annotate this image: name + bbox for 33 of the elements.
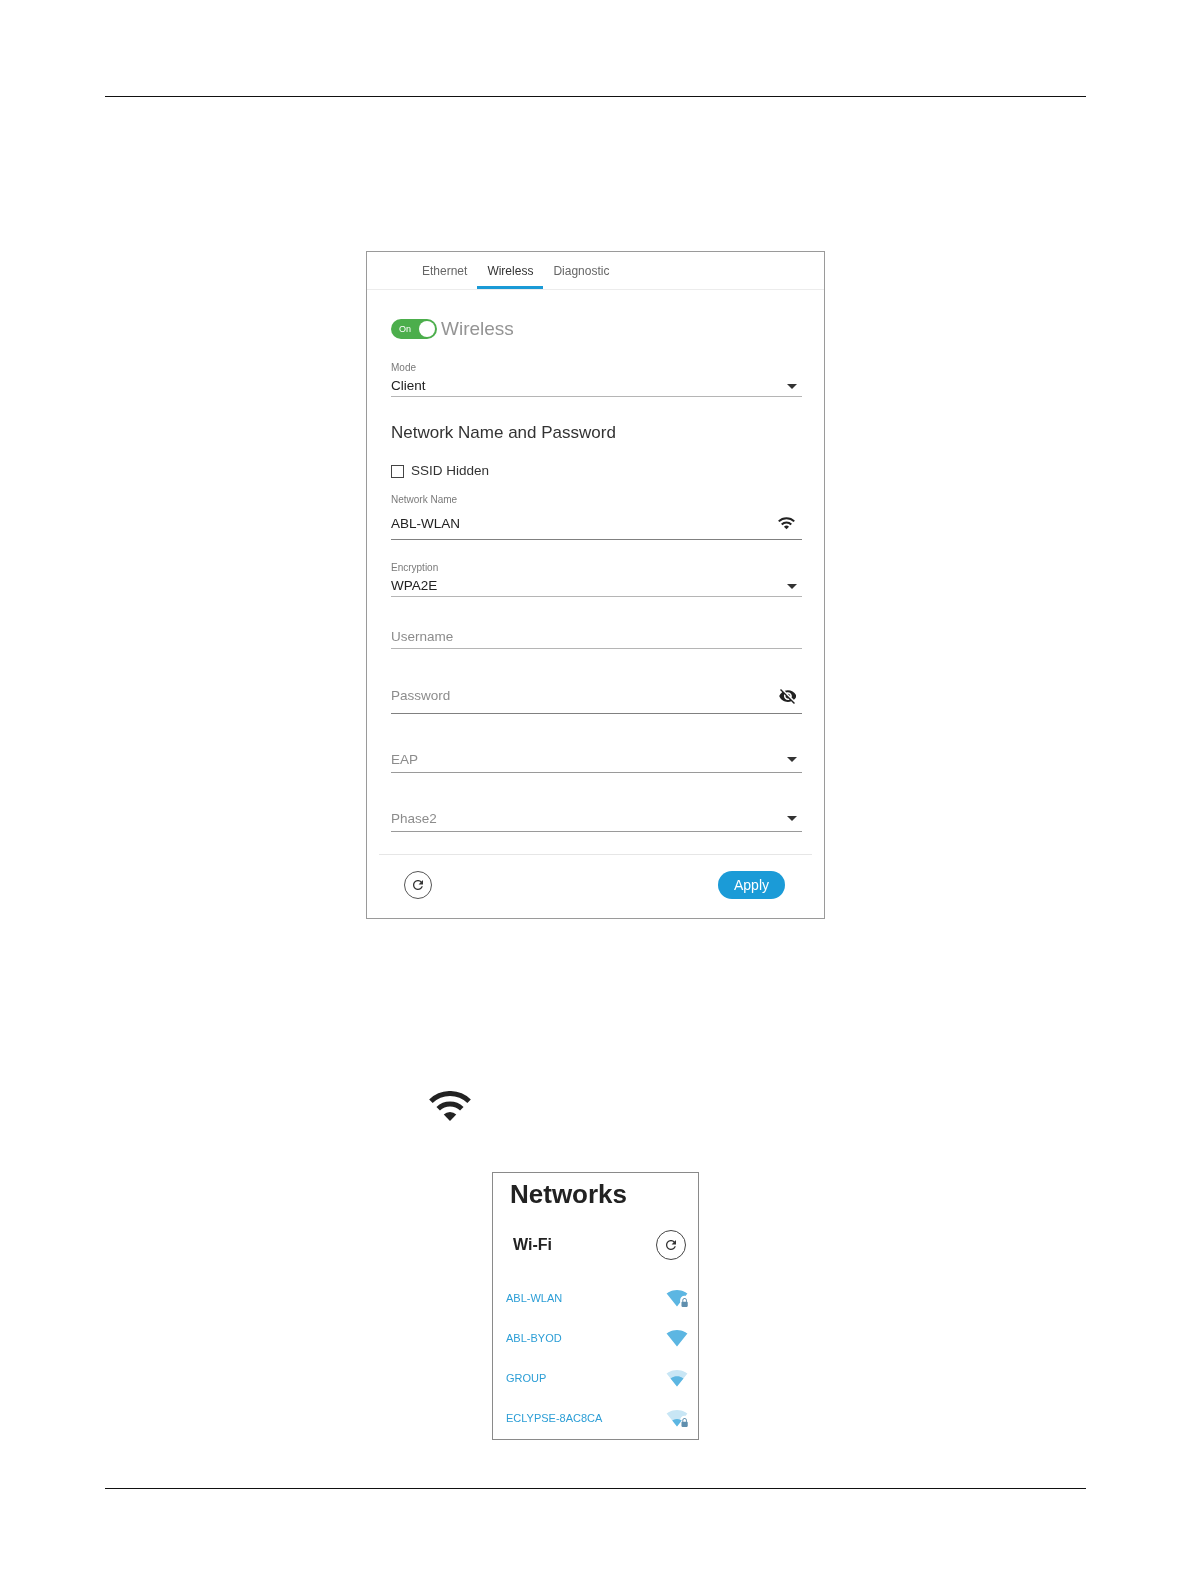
text-field[interactable]: ABL-WLAN bbox=[391, 513, 802, 540]
caret-icon bbox=[787, 383, 797, 389]
checkbox-label[interactable]: SSID Hidden bbox=[411, 462, 490, 480]
toggle-label: Wireless bbox=[441, 318, 514, 340]
apply-button[interactable]: Apply bbox=[717, 871, 785, 899]
caret-icon bbox=[787, 583, 797, 589]
dropdown-field[interactable]: EAP bbox=[391, 750, 802, 773]
tab[interactable]: Wireless bbox=[477, 252, 544, 289]
checkbox[interactable] bbox=[391, 464, 404, 478]
refresh-icon bbox=[413, 880, 423, 890]
dropdown-field[interactable]: Client bbox=[391, 376, 802, 397]
field-label: Network Name bbox=[391, 494, 458, 506]
network-name[interactable]: GROUP bbox=[506, 1371, 547, 1385]
wifi-icon[interactable] bbox=[778, 517, 795, 530]
refresh-icon bbox=[666, 1240, 676, 1250]
dropdown-field[interactable]: WPA2E bbox=[391, 576, 802, 597]
tab[interactable]: Diagnostic bbox=[543, 252, 620, 289]
caret-icon bbox=[787, 816, 797, 821]
field-label: Encryption bbox=[391, 562, 439, 574]
section-heading: Network Name and Password bbox=[391, 423, 616, 443]
toggle-switch[interactable]: On bbox=[391, 319, 437, 339]
network-name[interactable]: ECLYPSE-8AC8CA bbox=[506, 1411, 603, 1425]
tab[interactable]: Ethernet bbox=[412, 252, 478, 289]
wifi-icon bbox=[429, 1091, 471, 1122]
text-field[interactable]: Username bbox=[391, 627, 802, 649]
dropdown-field[interactable]: Phase2 bbox=[391, 809, 802, 832]
eye-slash-icon[interactable] bbox=[779, 689, 796, 704]
caret-icon bbox=[787, 757, 797, 762]
field-label: Mode bbox=[391, 362, 416, 374]
panel-title: Networks bbox=[510, 1178, 628, 1210]
section-heading: Wi-Fi bbox=[513, 1235, 552, 1255]
network-name[interactable]: ABL-WLAN bbox=[506, 1291, 563, 1305]
network-name[interactable]: ABL-BYOD bbox=[506, 1331, 562, 1345]
